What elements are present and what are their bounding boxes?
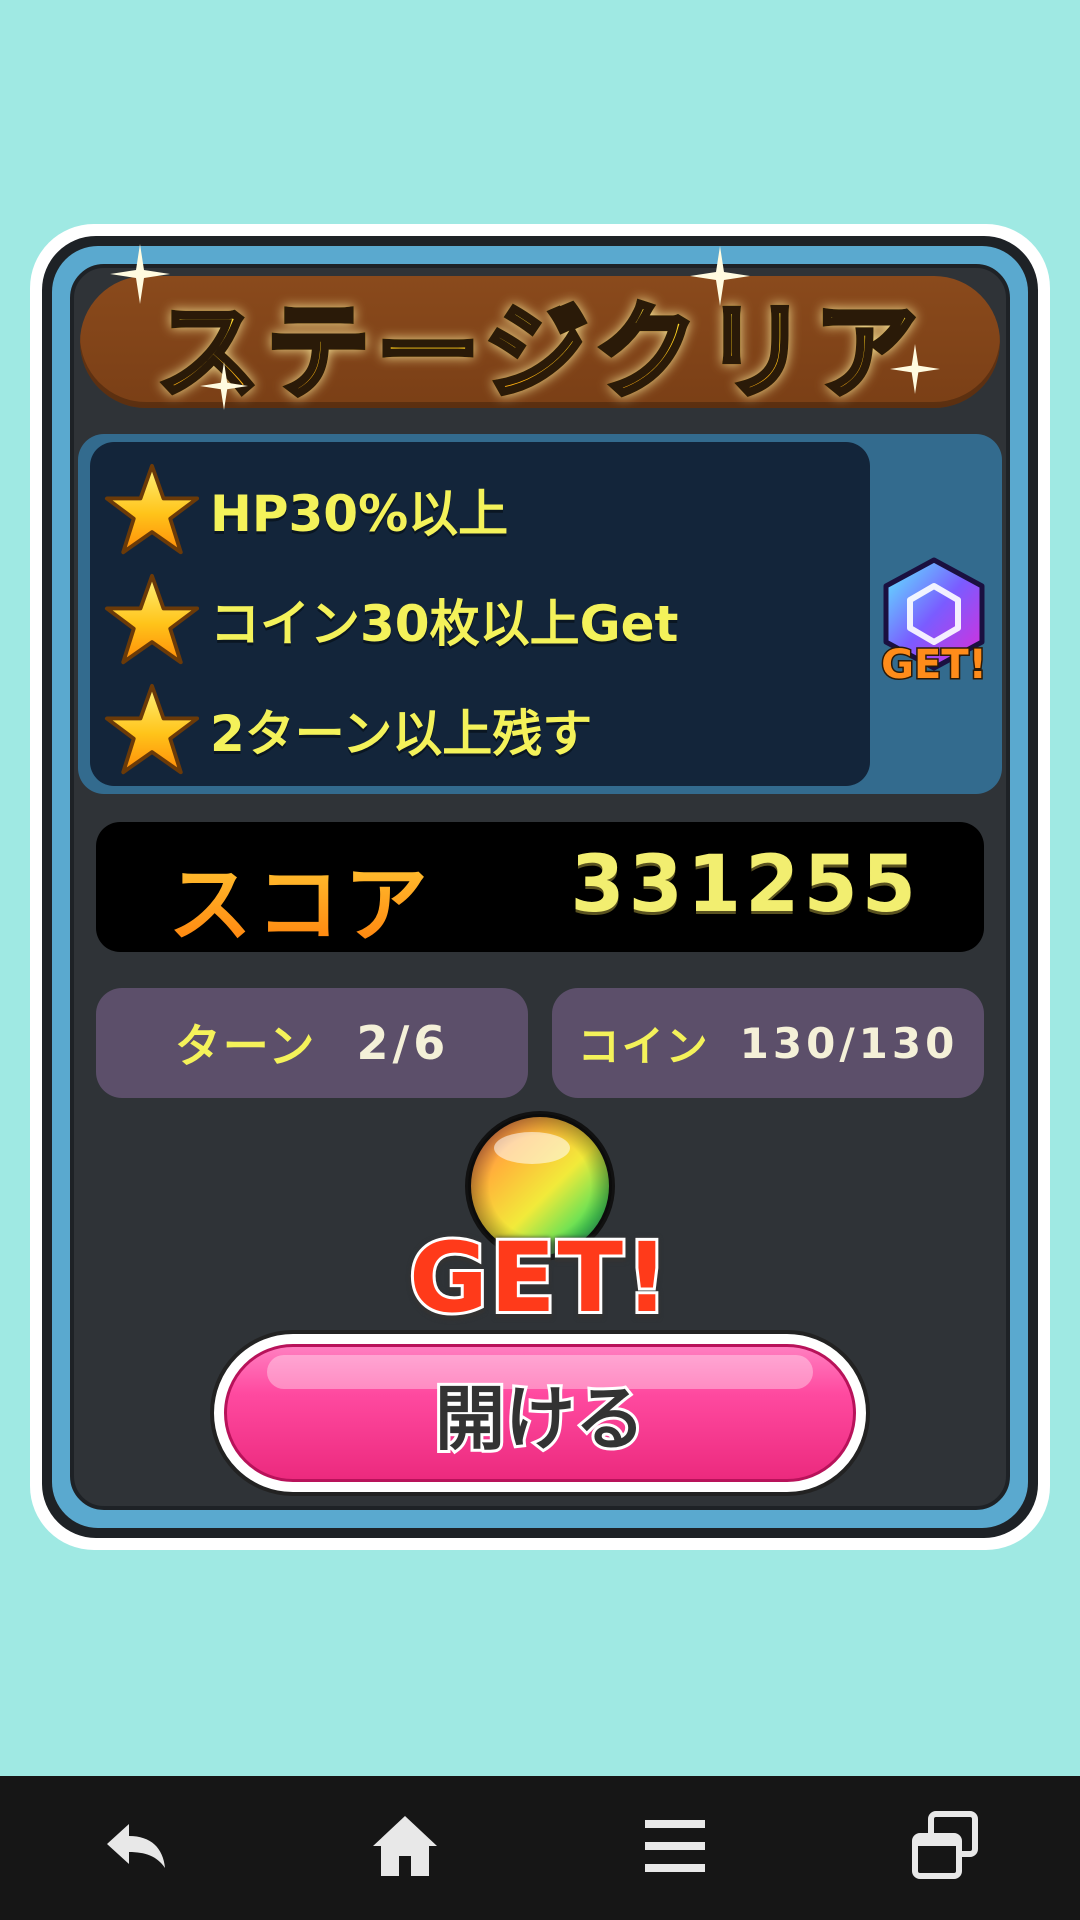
sparkle-icon	[110, 244, 170, 304]
nav-recent-apps-button[interactable]	[885, 1788, 1005, 1908]
open-button-label: 開ける	[432, 1375, 648, 1463]
mission-item: 2ターン以上残す	[104, 680, 864, 780]
mission-label: 2ターン以上残す	[210, 705, 593, 763]
score-value: 331255	[570, 840, 920, 930]
nav-menu-button[interactable]	[615, 1788, 735, 1908]
sparkle-icon	[690, 246, 750, 306]
recent-apps-icon	[909, 1810, 981, 1886]
star-icon	[104, 682, 200, 778]
mission-item: コイン30枚以上Get	[104, 570, 864, 670]
system-nav-bar	[0, 1776, 1080, 1920]
back-icon	[99, 1810, 171, 1886]
nav-back-button[interactable]	[75, 1788, 195, 1908]
sparkle-icon	[890, 344, 940, 394]
coin-stat: コイン 130/130	[552, 988, 984, 1098]
sparkle-icon	[200, 362, 248, 410]
reward-get-label: GET!	[406, 1219, 672, 1337]
home-icon	[369, 1810, 441, 1886]
open-button[interactable]: 開ける	[210, 1330, 870, 1496]
turn-value: 2/6	[356, 1016, 450, 1070]
mission-label: コイン30枚以上Get	[210, 595, 679, 653]
star-icon	[104, 462, 200, 558]
turn-stat: ターン 2/6	[96, 988, 528, 1098]
coin-value: 130/130	[739, 1018, 959, 1068]
mission-reward-get-label: GET!	[880, 641, 989, 690]
mission-item: HP30%以上	[104, 460, 864, 560]
coin-label: コイン	[577, 1021, 710, 1071]
mission-label: HP30%以上	[210, 485, 509, 543]
turn-label: ターン	[174, 1019, 317, 1073]
stage-clear-title: ステージクリア	[154, 267, 924, 418]
open-button-face[interactable]: 開ける	[224, 1344, 856, 1482]
star-icon	[104, 572, 200, 668]
nav-home-button[interactable]	[345, 1788, 465, 1908]
menu-icon	[639, 1810, 711, 1886]
score-label: スコア	[168, 838, 432, 959]
